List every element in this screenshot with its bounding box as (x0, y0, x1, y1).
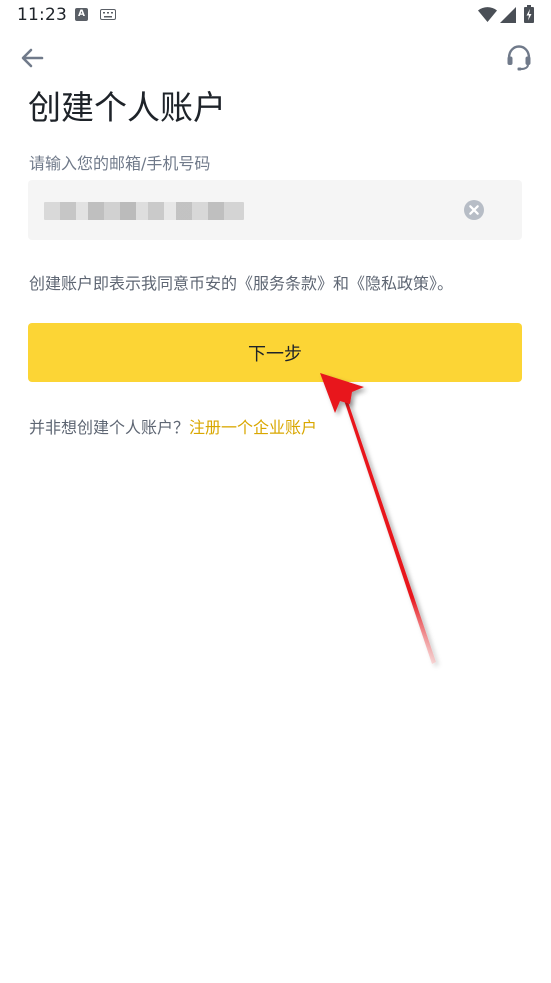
agreement-suffix: 。 (437, 274, 454, 293)
a-notification-icon: A (75, 8, 88, 21)
terms-of-service-link[interactable]: 《服务条款》 (237, 274, 333, 293)
register-business-account-link[interactable]: 注册一个企业账户 (189, 418, 317, 437)
input-value-blurred: •••••••••••••••• (44, 202, 244, 220)
privacy-policy-link[interactable]: 《隐私政策》 (349, 274, 437, 293)
battery-icon (524, 5, 534, 23)
page-title: 创建个人账户 (28, 88, 226, 127)
business-account-row: 并非想创建个人账户？注册一个企业账户 (29, 414, 317, 438)
arrow-left-icon (21, 48, 44, 68)
back-button[interactable] (18, 44, 48, 72)
status-time: 11:23 (17, 5, 67, 25)
headset-icon (507, 45, 531, 71)
agreement-text: 创建账户即表示我同意币安的《服务条款》和《隐私政策》。 (29, 270, 453, 294)
next-step-button[interactable]: 下一步 (28, 323, 522, 382)
agreement-prefix: 创建账户即表示我同意币安的 (29, 274, 238, 293)
annotation-arrow (320, 373, 436, 664)
clear-input-button[interactable] (463, 199, 485, 221)
signal-icon (500, 7, 516, 23)
clear-icon (464, 200, 484, 220)
keyboard-icon (100, 9, 116, 20)
business-question: 并非想创建个人账户？ (29, 418, 190, 437)
agreement-and: 和 (333, 274, 350, 293)
status-bar: 11:23 A (0, 0, 551, 32)
wifi-icon (478, 7, 497, 22)
email-phone-input[interactable]: •••••••••••••••• (28, 180, 522, 240)
support-button[interactable] (504, 42, 534, 72)
email-phone-label: 请输入您的邮箱/手机号码 (29, 154, 211, 173)
